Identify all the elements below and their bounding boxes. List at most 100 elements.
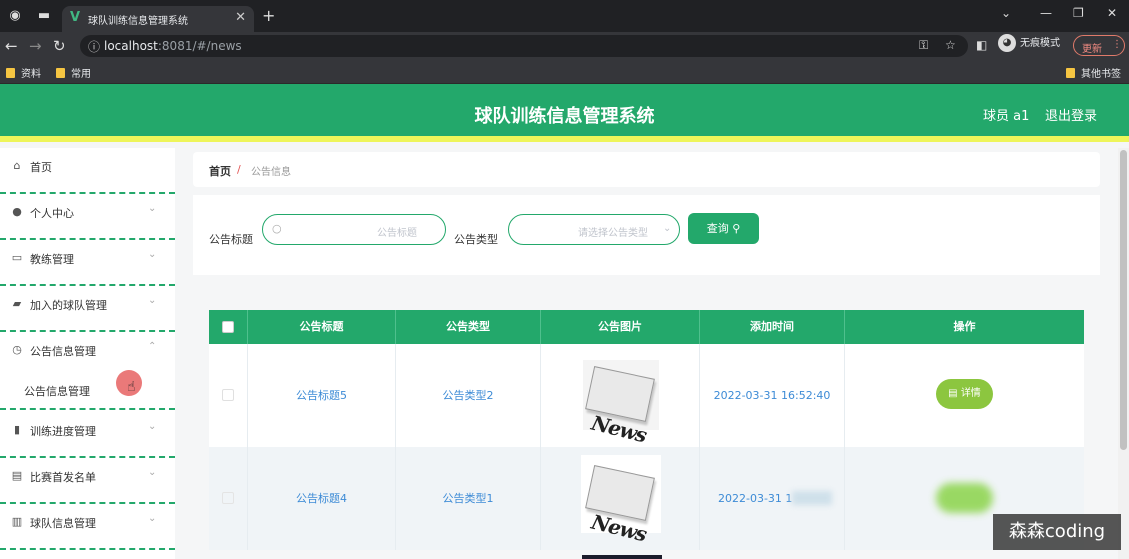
address-bar[interactable]: ⓘ localhost:8081/#/news ⚿ ☆ [80,35,968,57]
forward-icon[interactable]: → [29,37,42,55]
table-header: 公告标题 公告类型 公告图片 添加时间 操作 [209,310,1084,344]
scrollbar-thumb[interactable] [1120,150,1127,450]
header-actions: 操作 [953,320,976,333]
bookmark-folder-资料[interactable]: 资料 [6,65,41,80]
app-header: 球队训练信息管理系统 球员 a1 退出登录 [0,84,1129,142]
briefcase-icon: ▤ [11,469,23,482]
home-icon: ⌂ [13,159,21,172]
chevron-down-icon: ⌄ [148,467,157,478]
folder-icon [6,68,15,78]
search-icon: ⚲ [732,222,741,235]
breadcrumb-home[interactable]: 首页 [209,163,231,179]
clock-icon: ◷ [12,343,22,356]
bookmark-folder-other[interactable]: 其他书签 [1066,65,1121,80]
sidebar-item-label: 训练进度管理 [30,425,96,438]
more-menu-icon[interactable]: ⋮ [1112,39,1122,50]
type-select[interactable]: 请选择公告类型 ⌄ [508,214,680,245]
sidebar-subitem-news[interactable]: 公告信息管理 [0,368,175,410]
browser-toolbar: ← → ↻ ⓘ localhost:8081/#/news ⚿ ☆ ◧ ◕ 无痕模… [0,32,1129,60]
type-filter-label: 公告类型 [454,233,498,246]
type-select-placeholder: 请选择公告类型 [578,228,648,239]
side-panel-icon[interactable]: ◧ [976,38,987,52]
sidebar-item-profile[interactable]: ● 个人中心 ⌄ [0,194,175,240]
close-window-icon[interactable]: ✕ [1107,6,1117,20]
update-button[interactable]: 更新 ⋮ [1073,35,1125,56]
obscured-text [792,491,832,505]
sidebar-item-label: 个人中心 [30,207,74,220]
site-info-icon[interactable]: ⓘ [88,38,100,55]
bottom-strip [582,555,662,559]
new-tab-icon[interactable]: + [262,6,275,25]
incognito-icon: ◕ [998,34,1016,52]
sidebar-item-label: 首页 [30,161,52,174]
search-icon: ○ [272,222,282,235]
detail-button[interactable] [936,483,993,513]
header-type: 公告类型 [396,310,541,344]
sidebar-item-label: 公告信息管理 [30,345,96,358]
id-card-icon: ▭ [11,251,23,264]
cell-image: News [541,447,700,550]
browser-tab-strip: ◉ ▬ V 球队训练信息管理系统 ✕ + ⌄ — ❐ ✕ [0,0,1129,32]
cell-actions: ▤ 详情 [845,344,1084,447]
restore-icon[interactable]: ❐ [1073,6,1084,20]
select-all-checkbox[interactable] [222,321,234,333]
chevron-up-icon: ⌃ [148,341,157,352]
minimize-icon[interactable]: — [1040,6,1052,20]
cell-type: 公告类型2 [396,344,541,447]
news-table: 公告标题 公告类型 公告图片 添加时间 操作 公告标题5 公告类型2 News … [209,310,1084,559]
sidebar-item-team-info[interactable]: ▥ 球队信息管理 ⌄ [0,504,175,550]
sidebar-subitem-label: 公告信息管理 [24,385,90,398]
row-checkbox[interactable] [222,492,234,504]
reload-icon[interactable]: ↻ [53,37,66,55]
hand-cursor-icon: ☝ [127,379,136,395]
title-filter-label: 公告标题 [209,233,253,246]
tab-title: 球队训练信息管理系统 [88,16,188,27]
table-row: 公告标题5 公告类型2 News 2022-03-31 16:52:40 ▤ 详… [209,344,1084,447]
user-icon: ● [12,205,22,218]
logout-link[interactable]: 退出登录 [1045,105,1097,124]
chevron-down-icon: ⌄ [148,203,157,214]
bookmark-folder-常用[interactable]: 常用 [56,65,91,80]
detail-button[interactable]: ▤ 详情 [936,379,993,409]
cell-title: 公告标题4 [248,447,396,550]
sidebar-item-joined-team[interactable]: ▰ 加入的球队管理 ⌄ [0,286,175,332]
news-image: News [583,360,659,447]
active-tab[interactable]: V 球队训练信息管理系统 ✕ [62,6,254,32]
incognito-indicator[interactable]: ◕ 无痕模式 [998,34,1060,52]
breadcrumb: 首页 / 公告信息 [193,152,1100,187]
bookmarks-bar: 资料 常用 其他书签 [0,60,1129,84]
chevron-down-icon: ⌄ [663,223,672,234]
bookmark-star-icon[interactable]: ☆ [945,38,956,52]
close-tab-icon[interactable]: ✕ [235,10,246,25]
sidebar: ⌂ 首页 ● 个人中心 ⌄ ▭ 教练管理 ⌄ ▰ 加入的球队管理 ⌄ ◷ 公告信… [0,148,175,559]
url-text: localhost:8081/#/news [104,39,242,53]
book-icon: ▥ [11,515,23,528]
breadcrumb-separator: / [237,163,241,176]
title-search-input[interactable]: ○ 公告标题 [262,214,446,245]
sidebar-item-news[interactable]: ◷ 公告信息管理 ⌃ [0,332,175,368]
browser-menu-icon[interactable]: ◉ [8,9,22,23]
sidebar-item-label: 比赛首发名单 [30,471,96,484]
vue-favicon-icon: V [70,10,81,25]
chevron-down-icon[interactable]: ⌄ [1001,6,1011,20]
current-user: 球员 a1 [983,109,1030,124]
sidebar-item-training[interactable]: ▮ 训练进度管理 ⌄ [0,412,175,458]
cell-image: News [541,344,700,447]
query-button[interactable]: 查询 ⚲ [688,213,759,244]
key-icon[interactable]: ⚿ [919,38,928,53]
folder-icon [56,68,65,78]
header-time: 添加时间 [700,310,845,344]
tab-list-icon[interactable]: ▬ [37,9,51,23]
back-icon[interactable]: ← [5,37,18,55]
sidebar-item-coach[interactable]: ▭ 教练管理 ⌄ [0,240,175,286]
document-icon: ▤ [948,388,958,399]
cell-type: 公告类型1 [396,447,541,550]
row-checkbox-cell [209,447,248,550]
folder-icon [1066,68,1075,78]
news-image: News [581,455,661,546]
select-all-cell [209,310,248,344]
row-checkbox[interactable] [222,389,234,401]
chevron-down-icon: ⌄ [148,249,157,260]
sidebar-item-lineup[interactable]: ▤ 比赛首发名单 ⌄ [0,458,175,504]
sidebar-item-home[interactable]: ⌂ 首页 [0,148,175,194]
